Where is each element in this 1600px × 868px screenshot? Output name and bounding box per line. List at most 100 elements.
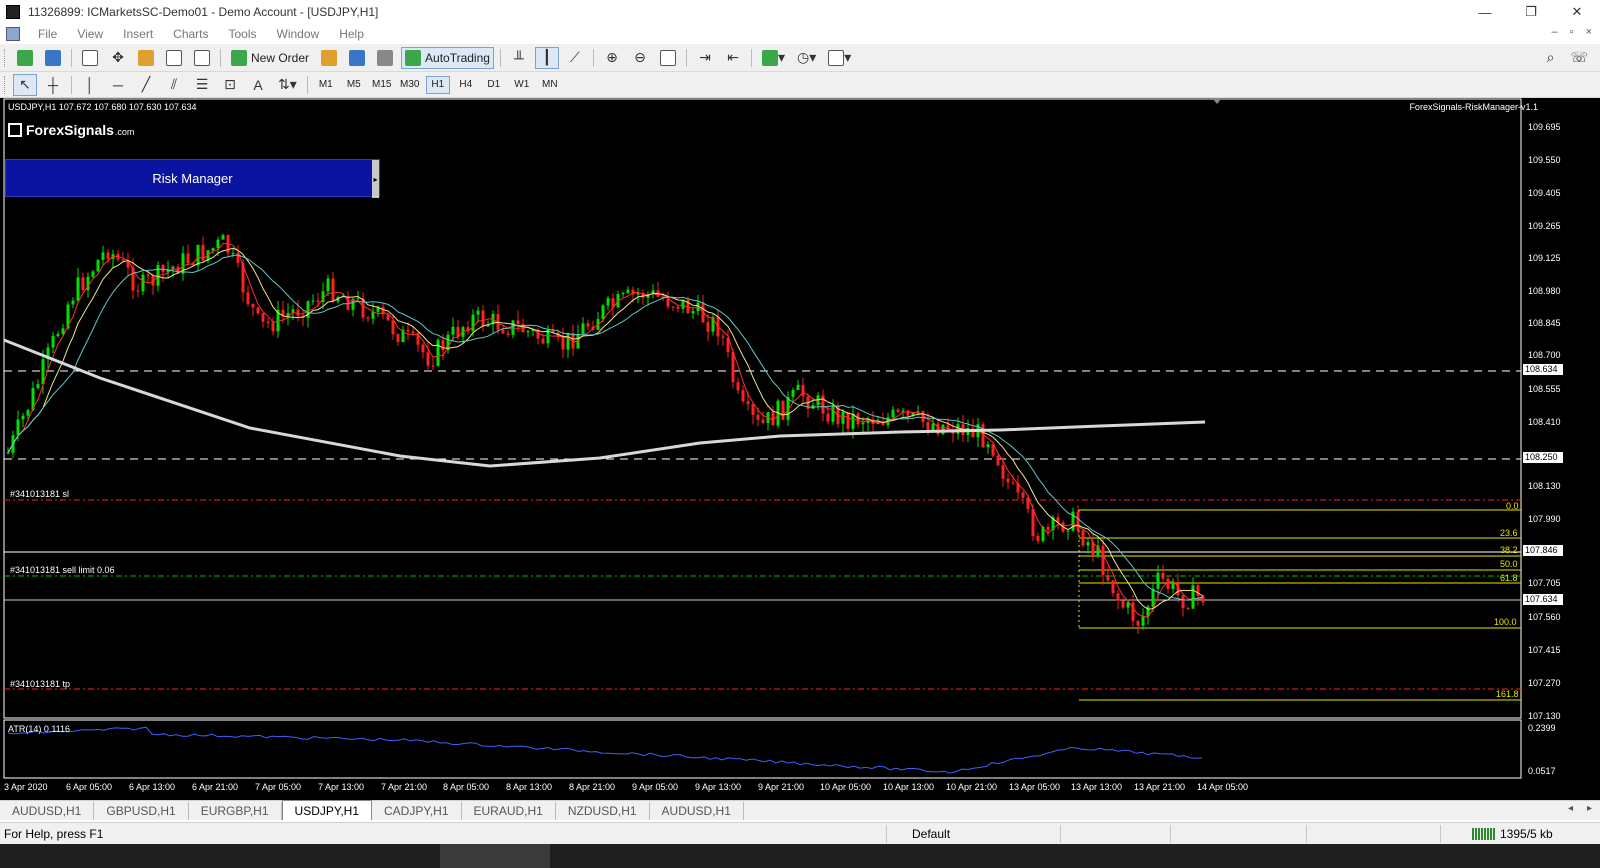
candle-body [266, 321, 270, 323]
tile-windows-button[interactable] [656, 47, 680, 69]
date-tick: 7 Apr 05:00 [255, 782, 302, 792]
periods-button[interactable]: ◷ ▾ [793, 47, 820, 69]
candle-body [791, 389, 795, 397]
candle-body [1141, 616, 1145, 626]
equidistant-channel-tool[interactable]: ⫽ [162, 74, 186, 96]
timeframe-d1[interactable]: D1 [482, 76, 506, 94]
tab-nzdusd[interactable]: NZDUSD,H1 [556, 802, 650, 820]
menu-charts[interactable]: Charts [163, 27, 218, 41]
logo-text: ForexSignals [26, 122, 114, 138]
profiles-button[interactable] [41, 47, 65, 69]
candle-body [161, 264, 165, 273]
cursor-tool[interactable]: ↖ [13, 73, 37, 96]
menu-window[interactable]: Window [267, 27, 330, 41]
timeframe-m5[interactable]: M5 [342, 76, 366, 94]
bar-chart-button[interactable]: ╨ [507, 47, 531, 69]
tab-scroll-right-button[interactable]: ▸ [1587, 803, 1592, 814]
candle-body [101, 252, 105, 260]
tab-audusd-1[interactable]: AUDUSD,H1 [0, 802, 95, 820]
mdi-minimize-button[interactable]: – [1552, 26, 1558, 38]
tab-eurgbp[interactable]: EURGBP,H1 [189, 802, 282, 820]
date-tick: 13 Apr 21:00 [1134, 782, 1186, 792]
chart-shift-button[interactable]: ⇤ [721, 47, 745, 69]
menu-view[interactable]: View [67, 27, 113, 41]
mdi-close-button[interactable]: × [1586, 26, 1592, 38]
crosshair-tool[interactable]: ┼ [41, 74, 65, 96]
signals-button[interactable] [345, 47, 369, 69]
new-order-button[interactable]: New Order [227, 47, 313, 69]
toolbar-grip[interactable] [4, 48, 8, 67]
vps-button[interactable] [373, 47, 397, 69]
navigator-button[interactable] [134, 47, 158, 69]
price-tick: 108.410 [1528, 417, 1561, 427]
tab-cadjpy[interactable]: CADJPY,H1 [372, 802, 462, 820]
tab-euraud[interactable]: EURAUD,H1 [462, 802, 556, 820]
candle-body [1121, 600, 1125, 608]
fib-level-161-8: 161.8 [1496, 689, 1519, 699]
timeframe-h4[interactable]: H4 [454, 76, 478, 94]
minimize-button[interactable]: — [1462, 0, 1508, 24]
timeframe-m15[interactable]: M15 [370, 76, 394, 94]
risk-manager-collapse-toggle[interactable]: ▸ [372, 160, 379, 198]
data-window-button[interactable]: ✥ [106, 47, 130, 69]
autotrading-button[interactable]: AutoTrading [401, 46, 494, 69]
tab-audusd-2[interactable]: AUDUSD,H1 [650, 802, 744, 820]
price-chart[interactable] [0, 98, 1600, 800]
horizontal-line-tool[interactable]: ─ [106, 74, 130, 96]
arrows-tool[interactable]: ⇅ ▾ [274, 74, 301, 96]
risk-manager-button[interactable]: Risk Manager ▸ [5, 159, 380, 198]
search-button[interactable]: ⌕ [1538, 47, 1562, 69]
new-chart-button[interactable] [13, 47, 37, 69]
tab-gbpusd[interactable]: GBPUSD,H1 [94, 802, 189, 820]
timeframe-h1[interactable]: H1 [425, 75, 450, 94]
timeframe-w1[interactable]: W1 [510, 76, 534, 94]
candle-body [891, 409, 895, 418]
menu-insert[interactable]: Insert [113, 27, 163, 41]
chart-window[interactable]: USDJPY,H1 107.672 107.680 107.630 107.63… [0, 98, 1600, 800]
vertical-line-tool[interactable]: │ [78, 74, 102, 96]
trendline-tool[interactable]: ╱ [134, 74, 158, 96]
timeframe-m30[interactable]: M30 [398, 76, 422, 94]
candle-body [216, 239, 220, 249]
taskbar-app-block[interactable] [440, 844, 550, 868]
candle-body [1086, 542, 1090, 546]
fibonacci-tool[interactable]: ☰ [190, 74, 214, 96]
menu-help[interactable]: Help [329, 27, 374, 41]
tab-scroll-left-button[interactable]: ◂ [1568, 803, 1573, 814]
timeframe-m1[interactable]: M1 [314, 76, 338, 94]
chart-window-icon[interactable] [6, 27, 20, 41]
timeframe-mn[interactable]: MN [538, 76, 562, 94]
candle-body [441, 340, 445, 351]
chat-button[interactable]: ☏ [1566, 47, 1592, 69]
market-watch-button[interactable] [78, 47, 102, 69]
cursor-icon: ↖ [19, 76, 31, 92]
menu-tools[interactable]: Tools [219, 27, 267, 41]
auto-scroll-button[interactable]: ⇥ [693, 47, 717, 69]
strategy-tester-button[interactable] [190, 47, 214, 69]
stop-loss-label: #341013181 sl [10, 489, 70, 499]
connection-status[interactable]: 1395/5 kb [1472, 827, 1553, 841]
line-chart-button[interactable]: ⟋ [563, 47, 587, 69]
maximize-button[interactable]: ❐ [1508, 0, 1554, 24]
templates-button[interactable]: ▾ [824, 47, 855, 69]
status-profile[interactable]: Default [912, 827, 950, 841]
menu-file[interactable]: File [28, 27, 67, 41]
text-tool[interactable]: ⊡ [218, 74, 242, 96]
candlestick-button[interactable]: ┃ [534, 46, 559, 69]
zoom-out-icon: ⊖ [634, 49, 646, 65]
tab-usdjpy[interactable]: USDJPY,H1 [281, 800, 373, 820]
arrows-icon: ⇅ [278, 76, 290, 92]
take-profit-label: #341013181 tp [10, 679, 71, 689]
text-label-tool[interactable]: A [246, 74, 270, 96]
toolbar-grip[interactable] [4, 75, 8, 94]
terminal-button[interactable] [162, 47, 186, 69]
candle-body [141, 274, 145, 292]
zoom-out-button[interactable]: ⊖ [628, 47, 652, 69]
candle-body [81, 277, 85, 291]
indicators-button[interactable]: ▾ [758, 47, 789, 69]
metaeditor-button[interactable] [317, 47, 341, 69]
new-chart-icon [17, 49, 33, 66]
zoom-in-button[interactable]: ⊕ [600, 47, 624, 69]
close-button[interactable]: ✕ [1554, 0, 1600, 24]
mdi-restore-button[interactable]: ▫ [1570, 26, 1574, 38]
